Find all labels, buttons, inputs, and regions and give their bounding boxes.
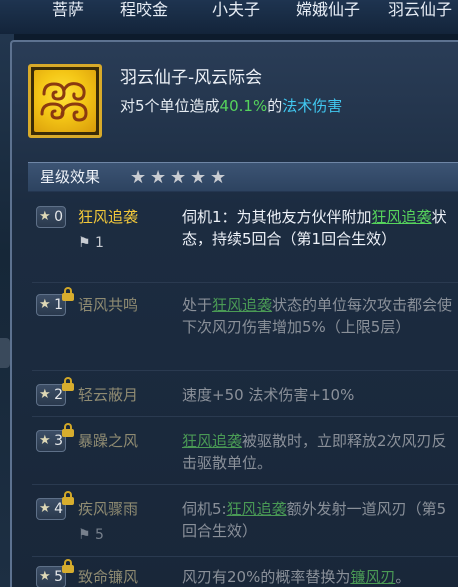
effect-text: 风刃有20%的概率替换为镰风刃。	[182, 568, 411, 586]
star-icon: ★	[210, 167, 227, 188]
magic-damage-link[interactable]: 法术伤害	[282, 97, 342, 115]
party-member-name[interactable]: 小夫子	[212, 0, 260, 22]
effect-text: 处于狂风追袭状态的单位每次攻击都会使下次风刃伤害增加5%（上限5层）	[182, 296, 453, 336]
star-effect-row: ★ 4 疾风骤雨 ⚑ 5 伺机5:狂风追袭额外发射一道风刃（第5回合生效）	[32, 491, 458, 548]
effect-name: 轻云蔽月	[78, 386, 139, 404]
star-effect-row: ★ 0 狂风追袭 ⚑ 1 伺机1：为其他友方伙伴附加狂风追袭状态，持续5回合（第1…	[32, 206, 458, 278]
party-name-bar: 菩萨 程咬金 小夫子 嫦娥仙子 羽云仙子	[0, 0, 458, 34]
star-effect-row: ★ 2 轻云蔽月 速度+50 法术伤害+10%	[32, 377, 458, 410]
flag-icon: ⚑	[78, 235, 91, 251]
effect-name: 暴躁之风	[78, 432, 139, 450]
skill-tooltip: 羽云仙子-风云际会 对5个单位造成40.1%的法术伤害 星级效果 ★ ★ ★ ★…	[10, 40, 458, 587]
party-member-name[interactable]: 羽云仙子	[388, 0, 452, 22]
effect-text: 速度+50 法术伤害+10%	[182, 386, 355, 404]
skill-description: 对5个单位造成40.1%的法术伤害	[120, 97, 343, 115]
star-effects-header: 星级效果 ★ ★ ★ ★ ★	[28, 162, 458, 192]
effect-name: 语风共鸣	[78, 296, 139, 314]
skill-header: 羽云仙子-风云际会 对5个单位造成40.1%的法术伤害	[26, 60, 458, 158]
lock-icon	[62, 559, 74, 573]
damage-percent: 40.1%	[219, 97, 268, 115]
star-icon: ★	[150, 167, 167, 188]
section-title: 星级效果	[40, 168, 101, 186]
side-tab[interactable]	[0, 338, 10, 368]
star-icon: ★	[130, 167, 147, 188]
status-link[interactable]: 狂风追袭	[372, 208, 432, 226]
star-effect-row: ★ 3 暴躁之风 狂风追袭被驱散时，立即释放2次风刃反击驱散单位。	[32, 423, 458, 478]
flag-icon: ⚑	[78, 527, 91, 543]
star-effect-row: ★ 5 致命镰风 风刃有20%的概率替换为镰风刃。	[32, 559, 458, 587]
party-member-name[interactable]: 嫦娥仙子	[296, 0, 360, 22]
opportunity-flag: ⚑ 5	[78, 527, 104, 543]
effect-text: 伺机1：为其他友方伙伴附加狂风追袭状态，持续5回合（第1回合生效）	[182, 208, 447, 248]
effect-text: 狂风追袭被驱散时，立即释放2次风刃反击驱散单位。	[182, 432, 447, 472]
lock-icon	[62, 423, 74, 437]
status-link[interactable]: 镰风刃	[350, 568, 395, 586]
star-rating: ★ ★ ★ ★ ★	[130, 169, 227, 187]
party-member-name[interactable]: 菩萨	[52, 0, 84, 22]
effect-name: 致命镰风	[78, 568, 139, 586]
star-icon: ★	[170, 167, 187, 188]
cloud-swirl-icon	[28, 64, 102, 138]
skill-title: 羽云仙子-风云际会	[120, 68, 263, 88]
status-link[interactable]: 狂风追袭	[212, 296, 272, 314]
party-member-name[interactable]: 程咬金	[120, 0, 168, 22]
effect-name: 狂风追袭	[78, 208, 139, 226]
lock-icon	[62, 491, 74, 505]
star-icon: ★	[190, 167, 207, 188]
star-level-badge: ★ 0	[36, 206, 66, 228]
opportunity-flag: ⚑ 1	[78, 235, 104, 251]
star-effect-row: ★ 1 语风共鸣 处于狂风追袭状态的单位每次攻击都会使下次风刃伤害增加5%（上限5…	[32, 287, 458, 364]
effect-text: 伺机5:狂风追袭额外发射一道风刃（第5回合生效）	[182, 500, 447, 540]
lock-icon	[62, 377, 74, 391]
status-link[interactable]: 狂风追袭	[182, 432, 242, 450]
status-link[interactable]: 狂风追袭	[227, 500, 287, 518]
effect-name: 疾风骤雨	[78, 500, 139, 518]
lock-icon	[62, 287, 74, 301]
